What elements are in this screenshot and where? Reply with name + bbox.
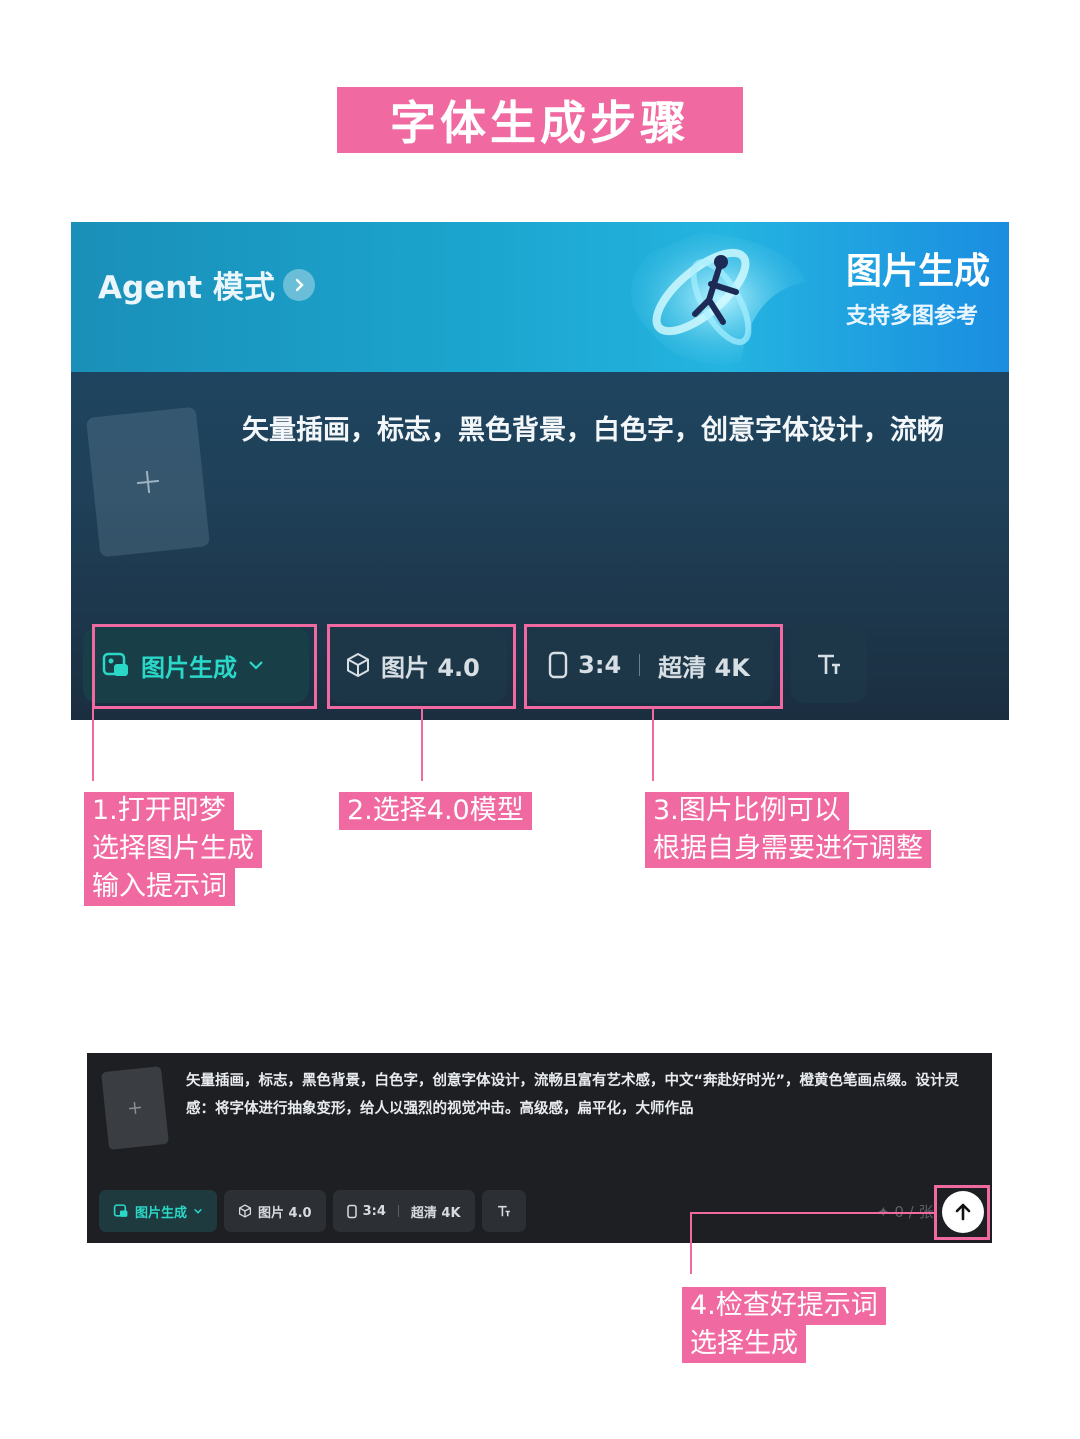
mode-select[interactable]: 图片生成 (99, 1190, 218, 1232)
annotation-line: 3.图片比例可以 (645, 792, 849, 830)
annotation-line: 根据自身需要进行调整 (645, 830, 931, 868)
annotation-step3: 3.图片比例可以 根据自身需要进行调整 (645, 792, 931, 868)
annotation-step4: 4.检查好提示词 选择生成 (682, 1287, 886, 1363)
connector-3 (652, 709, 654, 781)
connector-2 (421, 709, 423, 781)
annotation-line: 2.选择4.0模型 (339, 792, 532, 830)
quality-label: 超清 4K (410, 1205, 461, 1221)
plus-icon (128, 1101, 142, 1115)
ratio-label: 3:4 (362, 1203, 386, 1219)
connector-4h (690, 1212, 936, 1214)
chevron-down-icon (194, 1208, 202, 1214)
banner-subtitle: 支持多图参考 (846, 304, 979, 329)
prompt-input[interactable]: 矢量插画，标志，黑色背景，白色字，创意字体设计，流畅且富有艺术感，中文“奔赴好时… (186, 1067, 976, 1123)
generation-toolbar: 图片生成 图片 4.0 3:4 超清 4K (99, 1190, 526, 1232)
text-size-button[interactable] (791, 627, 867, 703)
page-title: 字体生成步骤 (337, 87, 743, 153)
annotation-line: 1.打开即梦 (84, 792, 234, 830)
mode-banner[interactable]: Agent 模式 图片生成 支持多图参考 (71, 222, 1009, 372)
divider (397, 1205, 399, 1217)
plus-icon (136, 470, 160, 494)
cube-icon (238, 1204, 252, 1218)
reference-image-upload[interactable] (85, 406, 211, 558)
model-select[interactable]: 图片 4.0 (224, 1190, 326, 1232)
chevron-right-icon (282, 268, 315, 301)
annotation-step2: 2.选择4.0模型 (339, 792, 532, 830)
annotation-line: 输入提示词 (84, 868, 235, 906)
highlight-generate (934, 1185, 990, 1240)
annotation-step1: 1.打开即梦 选择图片生成 输入提示词 (84, 792, 262, 906)
image-gen-icon (113, 1204, 128, 1217)
annotation-line: 选择生成 (682, 1325, 806, 1363)
connector-1 (92, 709, 94, 781)
highlight-mode (92, 624, 317, 709)
banner-title: 图片生成 (846, 251, 991, 292)
reference-image-upload[interactable] (101, 1066, 169, 1150)
text-size-button[interactable] (481, 1190, 526, 1232)
text-size-icon (497, 1205, 510, 1216)
agent-mode-link[interactable]: Agent 模式 (98, 262, 315, 307)
text-size-icon (818, 654, 840, 674)
connector-4v (690, 1212, 692, 1274)
agent-mode-label: Agent 模式 (98, 270, 275, 306)
model-label: 图片 4.0 (258, 1205, 312, 1221)
mode-label: 图片生成 (135, 1205, 188, 1221)
highlight-model (327, 624, 516, 709)
highlight-ratio (524, 624, 783, 709)
annotation-line: 选择图片生成 (84, 830, 262, 868)
ratio-quality-select[interactable]: 3:4 超清 4K (332, 1190, 475, 1232)
dreamina-panel-small: 矢量插画，标志，黑色背景，白色字，创意字体设计，流畅且富有艺术感，中文“奔赴好时… (87, 1053, 992, 1243)
banner-illustration (631, 232, 806, 364)
ratio-icon (346, 1204, 357, 1218)
prompt-input[interactable]: 矢量插画，标志，黑色背景，白色字，创意字体设计，流畅 (242, 408, 944, 447)
annotation-line: 4.检查好提示词 (682, 1287, 886, 1325)
